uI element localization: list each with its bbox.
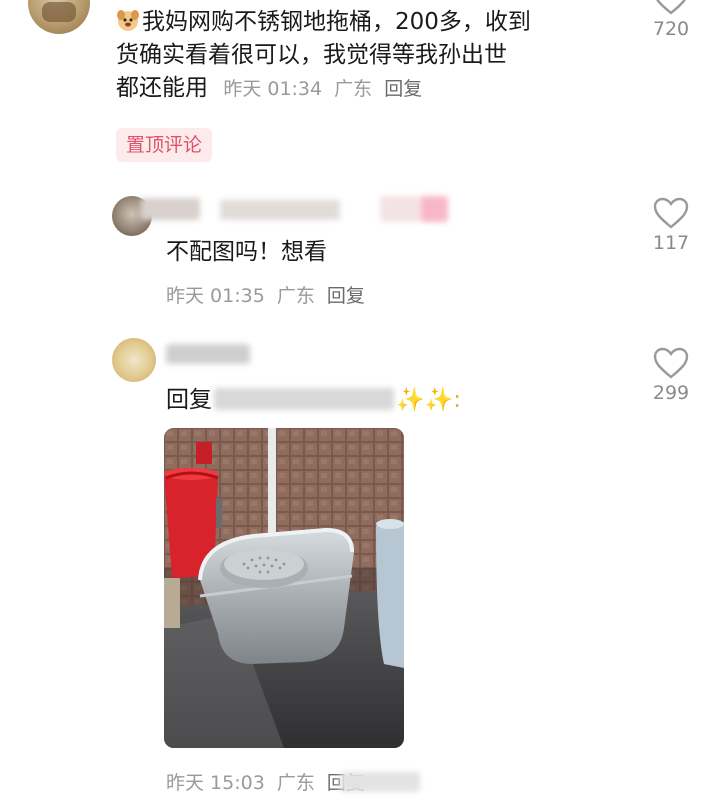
mop-bucket-photo [164, 428, 404, 748]
like-count: 117 [652, 232, 690, 254]
avatar[interactable] [112, 338, 156, 382]
username-blurred[interactable] [166, 344, 250, 364]
username-blurred [380, 196, 420, 222]
reply-button[interactable]: 回复 [327, 285, 365, 307]
heart-icon [653, 197, 689, 229]
location: 广东 [276, 285, 315, 307]
comment-meta: 昨天 15:03 广东 回复 [166, 768, 365, 795]
sparkle-text: ✨✨: [396, 387, 462, 413]
username-blurred[interactable] [140, 198, 200, 220]
like-button[interactable]: 117 [646, 196, 696, 254]
username-blurred[interactable] [220, 200, 340, 220]
like-button[interactable]: 720 [646, 0, 696, 40]
location: 广东 [276, 772, 315, 794]
like-count: 299 [652, 382, 690, 404]
comment-meta: 昨天 01:35 广东 回复 [166, 281, 365, 308]
heart-icon [653, 347, 689, 379]
comment-photo[interactable] [164, 428, 404, 748]
reply-prefix: 回复 [166, 387, 212, 413]
like-button[interactable]: 299 [646, 346, 696, 404]
comment-line: 货确实看着很可以，我觉得等我孙出世 [116, 42, 507, 68]
mention-blurred[interactable] [214, 388, 394, 410]
comment-line: 我妈网购不锈钢地拖桶，200多，收到 [142, 9, 531, 35]
watermark [340, 772, 420, 792]
pinned-badge: 置顶评论 [116, 128, 213, 162]
comment-text: 我妈网购不锈钢地拖桶，200多，收到 货确实看着很可以，我觉得等我孙出世 都还能… [116, 6, 616, 106]
username-blurred [420, 196, 448, 222]
location: 广东 [334, 78, 373, 100]
heart-icon [656, 0, 686, 15]
comment-text: 回复 ✨✨: [166, 384, 461, 417]
comment-line: 都还能用 [116, 75, 208, 101]
dog-emoji-icon [116, 8, 140, 32]
reply-button[interactable]: 回复 [384, 78, 422, 100]
timestamp: 昨天 15:03 [166, 772, 265, 794]
avatar[interactable] [28, 0, 90, 34]
timestamp: 昨天 01:34 [223, 78, 323, 100]
like-count: 720 [652, 18, 690, 40]
comment-text: 不配图吗！想看 [166, 239, 327, 265]
timestamp: 昨天 01:35 [166, 285, 265, 307]
